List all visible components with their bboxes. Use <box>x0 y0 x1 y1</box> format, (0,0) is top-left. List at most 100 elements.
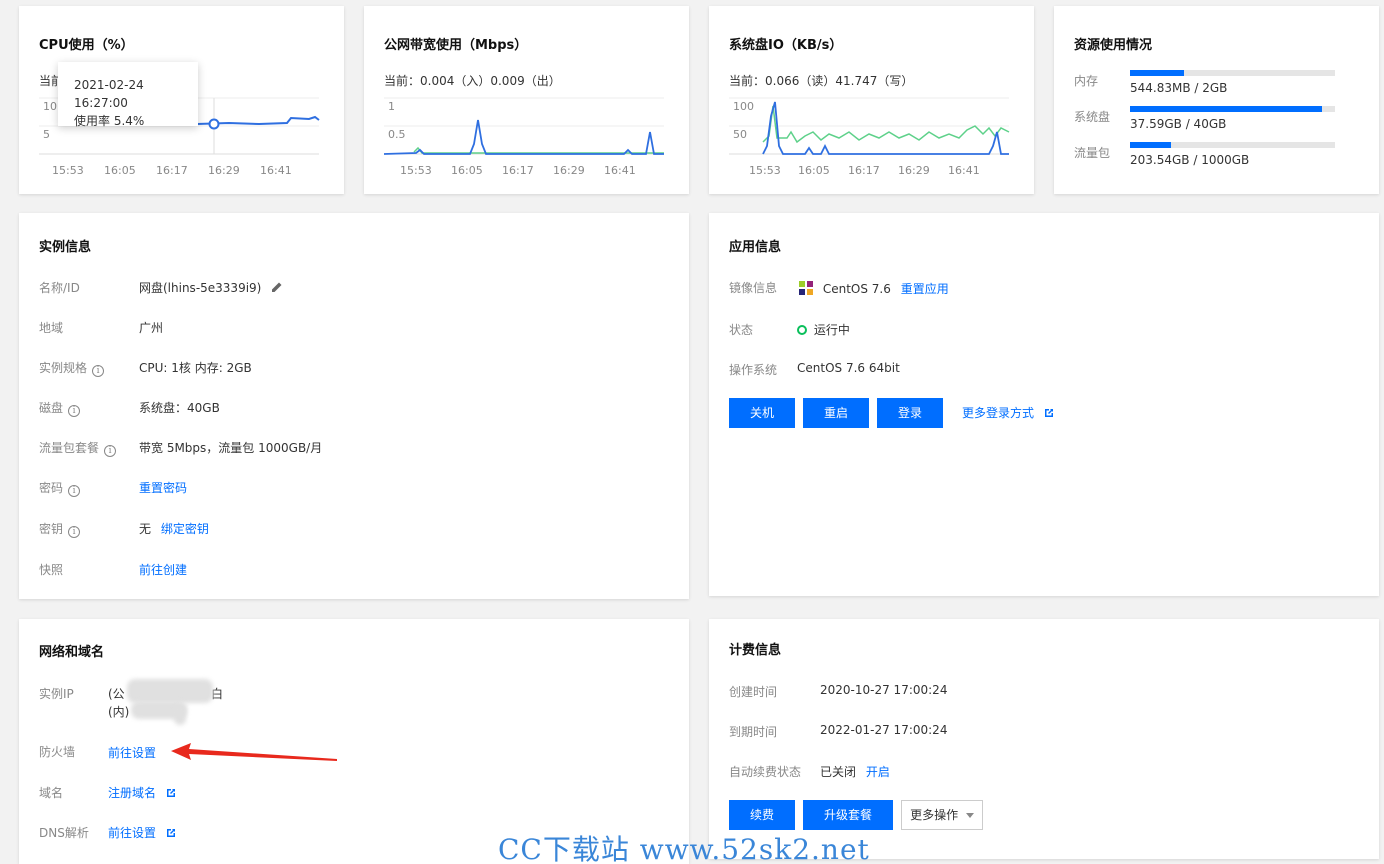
network-title: 网络和域名 <box>39 645 105 660</box>
domain-label: 域名 <box>39 786 64 800</box>
traffic-label: 流量包套餐 <box>39 441 100 455</box>
bw-ytick: 1 <box>388 100 395 113</box>
disk-value: 系统盘：40GB <box>139 401 220 415</box>
created-value: 2020-10-27 17:00:24 <box>820 683 948 697</box>
resource-value-traffic: 203.54GB / 1000GB <box>1130 153 1250 167</box>
cpu-ytick: 5 <box>43 128 50 141</box>
info-icon[interactable]: i <box>68 405 81 417</box>
status-row: 运行中 <box>797 321 850 338</box>
resources-card: 资源使用情况 内存 544.83MB / 2GB 系统盘 37.59GB / 4… <box>1054 6 1379 194</box>
bw-xtick: 16:29 <box>553 164 585 177</box>
cpu-xtick: 16:29 <box>208 164 240 177</box>
bandwidth-chart[interactable]: 1 0.5 15:53 16:05 16:17 16:29 16:41 <box>364 6 689 194</box>
image-row: CentOS 7.6 重置应用 <box>797 279 949 297</box>
info-icon[interactable]: i <box>104 445 117 457</box>
password-label-row: 密码 i <box>39 479 81 497</box>
resource-value-memory: 544.83MB / 2GB <box>1130 81 1228 95</box>
upgrade-button[interactable]: 升级套餐 <box>803 800 893 830</box>
more-login-link[interactable]: 更多登录方式 <box>962 406 1034 420</box>
traffic-bar <box>1130 142 1335 148</box>
more-actions-dropdown[interactable]: 更多操作 <box>901 800 983 830</box>
app-card: 应用信息 镜像信息 CentOS 7.6 重置应用 状态 运行中 操作系统 Ce… <box>709 213 1379 596</box>
cpu-xtick: 16:41 <box>260 164 292 177</box>
edit-icon[interactable] <box>271 281 283 293</box>
key-label-row: 密钥 i <box>39 520 81 538</box>
traffic-bar-fill <box>1130 142 1171 148</box>
disk-label-row: 磁盘 i <box>39 399 81 417</box>
status-value: 运行中 <box>813 323 850 337</box>
resources-title: 资源使用情况 <box>1074 38 1153 53</box>
status-running-icon <box>797 325 807 335</box>
resource-label-traffic: 流量包 <box>1074 146 1111 160</box>
image-value: CentOS 7.6 <box>822 282 891 296</box>
caret-down-icon <box>965 813 974 818</box>
io-xtick: 16:05 <box>798 164 830 177</box>
cpu-tooltip: 2021-02-24 16:27:00 使用率 5.4% <box>58 62 198 128</box>
image-label: 镜像信息 <box>729 281 778 295</box>
bw-ytick: 0.5 <box>388 128 406 141</box>
dns-row[interactable]: 前往设置 <box>108 824 176 841</box>
external-link-icon <box>166 789 175 797</box>
centos-icon <box>798 280 814 296</box>
external-link-icon <box>1044 409 1053 417</box>
disk-bar <box>1130 106 1335 112</box>
diskio-card: 系统盘IO（KB/s） 当前：0.066（读）41.747（写） 100 50 … <box>709 6 1034 194</box>
reset-password-link[interactable]: 重置密码 <box>139 479 187 496</box>
diskio-chart[interactable]: 100 50 15:53 16:05 16:17 16:29 16:41 <box>709 6 1034 194</box>
more-login-row[interactable]: 更多登录方式 <box>962 404 1054 421</box>
info-icon[interactable]: i <box>92 365 105 377</box>
instance-name: 网盘(lhins-5e3339i9) <box>139 281 262 295</box>
renew-button[interactable]: 续费 <box>729 800 795 830</box>
expire-value: 2022-01-27 17:00:24 <box>820 723 948 737</box>
info-icon[interactable]: i <box>68 526 81 538</box>
auto-renew-label: 自动续费状态 <box>729 765 802 779</box>
created-label: 创建时间 <box>729 685 778 699</box>
create-snapshot-link[interactable]: 前往创建 <box>139 561 187 578</box>
io-ytick: 100 <box>733 100 754 113</box>
traffic-value: 带宽 5Mbps，流量包 1000GB/月 <box>139 441 323 455</box>
domain-row[interactable]: 注册域名 <box>108 784 176 801</box>
snapshot-label: 快照 <box>39 563 64 577</box>
register-domain-link[interactable]: 注册域名 <box>108 786 156 800</box>
shutdown-button[interactable]: 关机 <box>729 398 795 428</box>
ip-redaction <box>174 705 186 725</box>
login-button[interactable]: 登录 <box>877 398 943 428</box>
billing-card: 计费信息 创建时间 2020-10-27 17:00:24 到期时间 2022-… <box>709 619 1379 859</box>
ip-label: 实例IP <box>39 687 74 701</box>
traffic-label-row: 流量包套餐 i <box>39 439 117 457</box>
io-ytick: 50 <box>733 128 747 141</box>
app-title: 应用信息 <box>729 240 782 255</box>
resource-label-disk: 系统盘 <box>1074 110 1111 124</box>
io-xtick: 16:17 <box>848 164 880 177</box>
resource-label-memory: 内存 <box>1074 74 1099 88</box>
tooltip-value: 使用率 5.4% <box>74 114 145 128</box>
spec-label: 实例规格 <box>39 361 88 375</box>
cpu-ytick: 10 <box>43 100 57 113</box>
private-ip-prefix: (内) <box>108 705 130 719</box>
cpu-xtick: 16:05 <box>104 164 136 177</box>
spec-label-row: 实例规格 i <box>39 359 105 377</box>
cpu-xtick: 16:17 <box>156 164 188 177</box>
enable-auto-renew-link[interactable]: 开启 <box>866 765 890 779</box>
dns-settings-link[interactable]: 前往设置 <box>108 826 156 840</box>
io-xtick: 16:41 <box>948 164 980 177</box>
status-label: 状态 <box>729 323 754 337</box>
key-value-row: 无 绑定密钥 <box>139 520 209 537</box>
auto-renew-row: 已关闭 开启 <box>820 763 890 780</box>
info-icon[interactable]: i <box>68 485 81 497</box>
ip-redaction <box>127 679 213 703</box>
reset-app-link[interactable]: 重置应用 <box>901 282 949 296</box>
bind-key-link[interactable]: 绑定密钥 <box>161 522 209 536</box>
disk-bar-fill <box>1130 106 1322 112</box>
billing-title: 计费信息 <box>729 643 782 658</box>
restart-button[interactable]: 重启 <box>803 398 869 428</box>
instance-card: 实例信息 名称/ID 网盘(lhins-5e3339i9) 地域 广州 实例规格… <box>19 213 689 599</box>
disk-label: 磁盘 <box>39 401 64 415</box>
io-xtick: 16:29 <box>898 164 930 177</box>
firewall-settings-link[interactable]: 前往设置 <box>108 744 156 761</box>
bw-xtick: 16:41 <box>604 164 636 177</box>
firewall-label: 防火墙 <box>39 745 76 759</box>
external-link-icon <box>166 829 175 837</box>
key-value: 无 <box>139 522 152 536</box>
instance-title: 实例信息 <box>39 240 92 255</box>
